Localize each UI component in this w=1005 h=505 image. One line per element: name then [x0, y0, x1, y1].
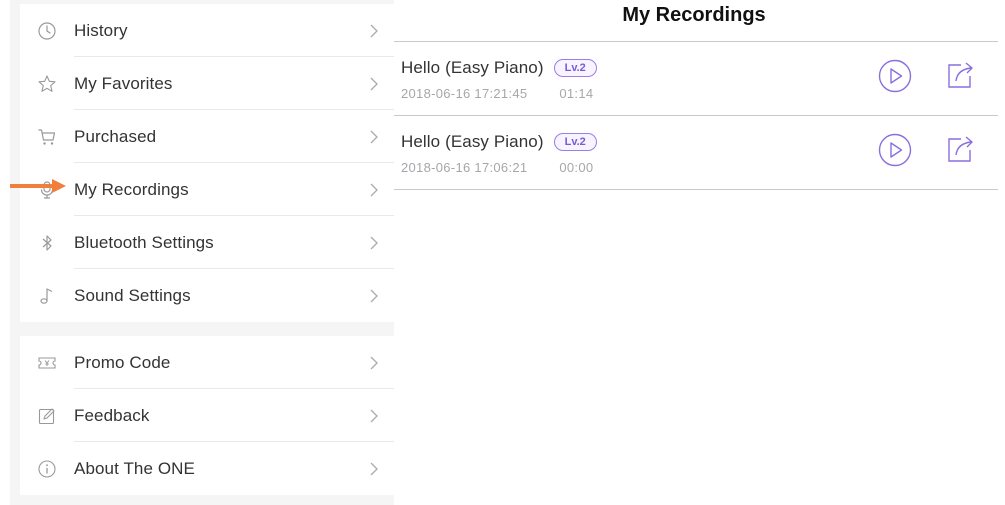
- recording-row[interactable]: Hello (Easy Piano) Lv.2 2018-06-16 17:21…: [394, 42, 998, 116]
- settings-group-other: Promo Code Feedback About The ONE: [20, 336, 394, 495]
- cart-icon: [20, 110, 74, 163]
- recording-duration: 01:14: [559, 86, 594, 101]
- recordings-panel: My Recordings Hello (Easy Piano) Lv.2 20…: [394, 0, 998, 505]
- recording-title: Hello (Easy Piano) Lv.2: [401, 58, 597, 78]
- chevron-right-icon: [364, 356, 394, 370]
- menu-item-label: Feedback: [74, 405, 150, 425]
- chevron-right-icon: [364, 77, 394, 91]
- divider: [394, 189, 998, 190]
- clock-icon: [20, 4, 74, 57]
- recording-row[interactable]: Hello (Easy Piano) Lv.2 2018-06-16 17:06…: [394, 116, 998, 190]
- recording-date: 2018-06-16 17:06:21: [401, 160, 528, 175]
- recording-duration: 00:00: [559, 160, 594, 175]
- settings-sidebar: History My Favorites Purchased My Record…: [10, 0, 394, 505]
- menu-item-label: About The ONE: [74, 458, 195, 478]
- recording-date: 2018-06-16 17:21:45: [401, 86, 528, 101]
- page-title: My Recordings: [622, 4, 766, 26]
- menu-item-promo-code[interactable]: Promo Code: [20, 336, 394, 389]
- menu-item-about[interactable]: About The ONE: [20, 442, 394, 495]
- menu-item-label: Purchased: [74, 126, 157, 146]
- chevron-right-icon: [364, 183, 394, 197]
- menu-item-label: My Recordings: [74, 179, 189, 199]
- star-icon: [20, 57, 74, 110]
- settings-group-main: History My Favorites Purchased My Record…: [20, 4, 394, 322]
- chevron-right-icon: [364, 462, 394, 476]
- menu-item-bluetooth-settings[interactable]: Bluetooth Settings: [20, 216, 394, 269]
- play-button[interactable]: [878, 133, 912, 167]
- chevron-right-icon: [364, 289, 394, 303]
- menu-item-label: Sound Settings: [74, 285, 191, 305]
- share-button[interactable]: [944, 133, 976, 165]
- level-badge: Lv.2: [553, 133, 597, 151]
- recording-meta: 2018-06-16 17:21:45 01:14: [401, 86, 593, 101]
- menu-item-history[interactable]: History: [20, 4, 394, 57]
- menu-item-my-recordings[interactable]: My Recordings: [20, 163, 394, 216]
- play-button[interactable]: [878, 59, 912, 93]
- recording-title: Hello (Easy Piano) Lv.2: [401, 132, 597, 152]
- level-badge: Lv.2: [553, 59, 597, 77]
- menu-item-label: Bluetooth Settings: [74, 232, 214, 252]
- chevron-right-icon: [364, 130, 394, 144]
- menu-item-sound-settings[interactable]: Sound Settings: [20, 269, 394, 322]
- menu-item-label: History: [74, 20, 128, 40]
- bluetooth-icon: [20, 216, 74, 269]
- menu-item-feedback[interactable]: Feedback: [20, 389, 394, 442]
- chevron-right-icon: [364, 24, 394, 38]
- ticket-icon: [20, 336, 74, 389]
- annotation-arrow-icon: [10, 179, 66, 193]
- edit-icon: [20, 389, 74, 442]
- recording-name: Hello (Easy Piano): [401, 132, 544, 151]
- menu-item-purchased[interactable]: Purchased: [20, 110, 394, 163]
- menu-item-my-favorites[interactable]: My Favorites: [20, 57, 394, 110]
- music-note-icon: [20, 269, 74, 322]
- menu-item-label: My Favorites: [74, 73, 173, 93]
- chevron-right-icon: [364, 236, 394, 250]
- menu-item-label: Promo Code: [74, 352, 171, 372]
- recording-meta: 2018-06-16 17:06:21 00:00: [401, 160, 593, 175]
- recording-name: Hello (Easy Piano): [401, 58, 544, 77]
- info-icon: [20, 442, 74, 495]
- share-button[interactable]: [944, 59, 976, 91]
- chevron-right-icon: [364, 409, 394, 423]
